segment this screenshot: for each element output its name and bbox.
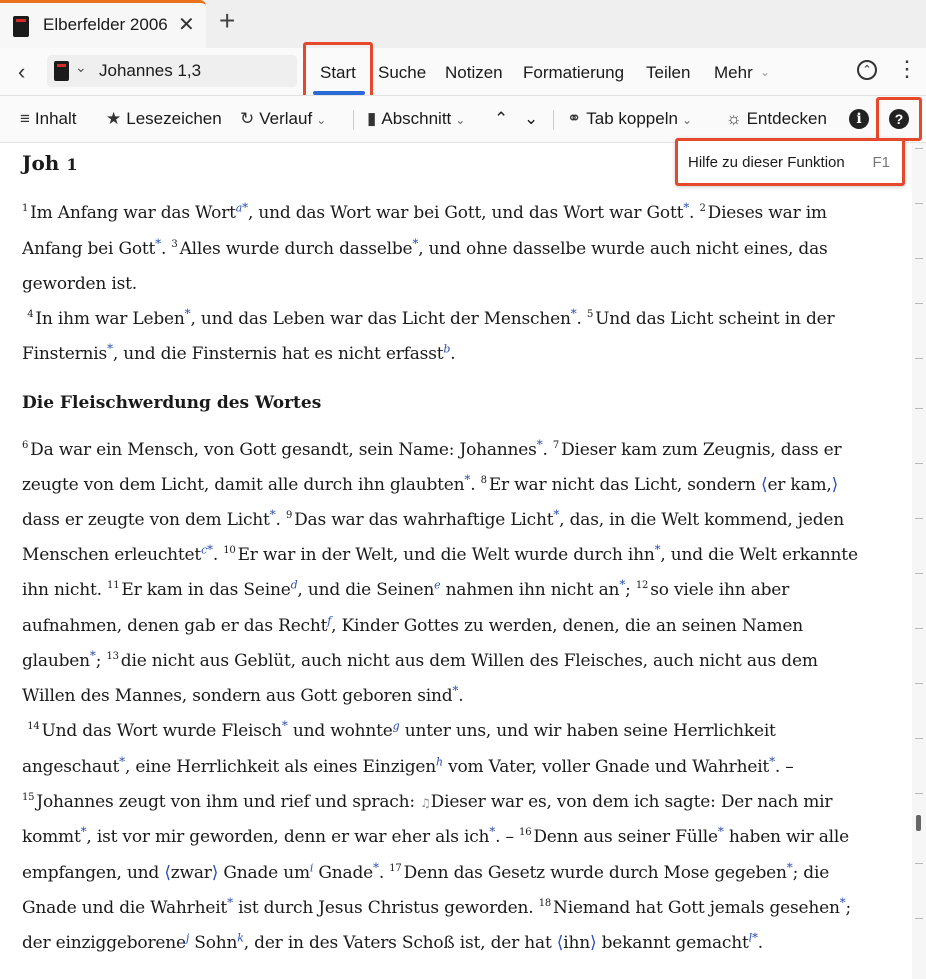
scroll-marker	[915, 918, 923, 919]
link-tab-button[interactable]: ⚭ Tab koppeln ⌄	[567, 109, 692, 129]
collapse-up-icon[interactable]: ⌃	[857, 60, 877, 80]
text-line: glauben*; 13 die nicht aus Geblüt, auch n…	[22, 648, 818, 671]
text-line: 4 In ihm war Leben*, und das Leben war da…	[27, 306, 835, 329]
list-icon: ≡	[20, 109, 30, 128]
chevron-down-icon[interactable]: ⌄	[75, 59, 87, 76]
text-line: dass er zeugte von dem Licht*. 9 Das war …	[22, 507, 845, 530]
menu-teilen[interactable]: Teilen	[646, 63, 690, 83]
chapter-number: 1	[66, 155, 78, 174]
text-line: 6 Da war ein Mensch, von Gott gesandt, se…	[22, 437, 842, 460]
discover-button[interactable]: ☼ Entdecken	[726, 109, 827, 129]
arrow-up-icon[interactable]: ⌃	[494, 109, 508, 129]
back-arrow-icon[interactable]: ‹	[18, 59, 25, 85]
chevron-down-icon: ⌄	[316, 113, 327, 127]
text-line: kommt*, ist vor mir geworden, denn er wa…	[22, 824, 849, 847]
scroll-marker	[915, 793, 923, 794]
scroll-marker	[915, 203, 923, 204]
chevron-down-icon: ⌄	[681, 113, 692, 127]
chevron-down-icon: ⌄	[760, 65, 771, 79]
text-line: empfangen, und ⟨zwar⟩ Gnade umi Gnade*. …	[22, 860, 830, 883]
text-line: 1 Im Anfang war das Worta*, und das Wort …	[22, 200, 827, 223]
chapter-title: Joh 1	[22, 151, 77, 175]
scroll-marker	[915, 358, 923, 359]
contents-button[interactable]: ≡ Inhalt	[20, 109, 77, 129]
menu-mehr[interactable]: Mehr	[714, 63, 753, 83]
reference-text: Johannes 1,3	[99, 61, 202, 80]
menu-notizen[interactable]: Notizen	[445, 63, 503, 83]
divider	[353, 110, 354, 130]
audio-icon[interactable]: ♫	[420, 796, 431, 810]
scroll-marker	[915, 683, 923, 684]
text-line: 15 Johannes zeugt von ihm und rief und sp…	[22, 792, 833, 812]
book-icon	[54, 61, 69, 81]
text-line: aufnahmen, denen gab er das Rechtf, Kind…	[22, 614, 804, 636]
scroll-marker	[915, 863, 923, 864]
history-icon: ↻	[240, 109, 255, 128]
text-line: geworden ist.	[22, 274, 137, 294]
book-abbrev: Joh	[22, 151, 60, 175]
toolbar: ≡ Inhalt ★ Lesezeichen ↻ Verlauf ⌄ ▮ Abschnit…	[0, 95, 926, 143]
text-line: 14 Und das Wort wurde Fleisch* und wohnte…	[27, 718, 776, 741]
text-line: angeschaut*, eine Herrlichkeit als eines…	[22, 754, 794, 777]
discover-label: Entdecken	[746, 109, 827, 128]
arrow-down-icon[interactable]: ⌄	[524, 109, 538, 129]
menu-formatierung[interactable]: Formatierung	[523, 63, 624, 83]
text-line: der einziggeborenej Sohnk, der in des Va…	[22, 930, 763, 953]
chart-icon: ▮	[367, 109, 377, 128]
scroll-marker	[915, 463, 923, 464]
menu-suche[interactable]: Suche	[378, 63, 426, 83]
text-line: Anfang bei Gott*. 3 Alles wurde durch das…	[22, 236, 828, 259]
scroll-marker	[915, 408, 923, 409]
bible-text: Joh 1 1 Im Anfang war das Worta*, und das…	[0, 143, 912, 979]
chevron-down-icon: ⌄	[455, 113, 466, 127]
tab-bar: Elberfelder 2006 ✕ +	[0, 0, 926, 48]
history-button[interactable]: ↻ Verlauf ⌄	[240, 109, 326, 129]
text-line: Finsternis*, und die Finsternis hat es n…	[22, 341, 456, 364]
section-heading: Die Fleischwerdung des Wortes	[22, 393, 322, 413]
lightbulb-icon: ☼	[726, 109, 742, 128]
scroll-marker	[915, 518, 923, 519]
nav-bar: ‹ ⌄ Johannes 1,3 Start Suche Notizen For…	[0, 48, 926, 95]
tab-elberfelder[interactable]: Elberfelder 2006 ✕	[0, 0, 206, 48]
reference-selector[interactable]: ⌄ Johannes 1,3	[47, 55, 297, 87]
contents-label: Inhalt	[34, 109, 77, 128]
scrollbar-thumb[interactable]	[916, 815, 921, 831]
scroll-marker	[915, 738, 923, 739]
bookmarks-button[interactable]: ★ Lesezeichen	[106, 109, 222, 129]
info-icon[interactable]: i	[849, 109, 869, 129]
text-line: ihn nicht. 11 Er kam in das Seined, und d…	[22, 577, 790, 600]
divider	[553, 110, 554, 130]
text-line: Menschen erleuchtetc*. 10 Er war in der W…	[22, 542, 858, 565]
highlight-start	[303, 42, 373, 98]
text-line: Willen des Mannes, sondern aus Gott gebo…	[22, 683, 464, 706]
scroll-marker	[915, 303, 923, 304]
star-icon: ★	[106, 109, 122, 128]
link-tab-label: Tab koppeln	[586, 109, 678, 128]
scroll-marker	[915, 148, 923, 149]
close-icon[interactable]: ✕	[178, 12, 195, 37]
book-icon	[13, 16, 29, 37]
help-tooltip: Hilfe zu dieser Funktion F1	[675, 138, 905, 186]
text-line: zeugte von dem Licht, damit alle durch i…	[22, 472, 839, 495]
section-button[interactable]: ▮ Abschnitt ⌄	[367, 109, 465, 129]
scroll-marker	[915, 628, 923, 629]
scroll-marker	[915, 258, 923, 259]
highlight-help	[876, 97, 922, 141]
history-label: Verlauf	[259, 109, 313, 128]
scroll-marker	[915, 573, 923, 574]
more-vertical-icon[interactable]: ⋮	[896, 58, 918, 80]
tooltip-text: Hilfe zu dieser Funktion	[688, 154, 845, 171]
bookmarks-label: Lesezeichen	[126, 109, 222, 128]
tab-title: Elberfelder 2006	[43, 15, 168, 34]
text-line: Gnade und die Wahrheit* ist durch Jesus …	[22, 895, 852, 918]
section-label: Abschnitt	[381, 109, 452, 128]
link-icon: ⚭	[567, 109, 582, 128]
add-tab-icon[interactable]: +	[219, 5, 235, 37]
scrollbar[interactable]	[912, 143, 926, 979]
tooltip-shortcut: F1	[872, 154, 890, 171]
